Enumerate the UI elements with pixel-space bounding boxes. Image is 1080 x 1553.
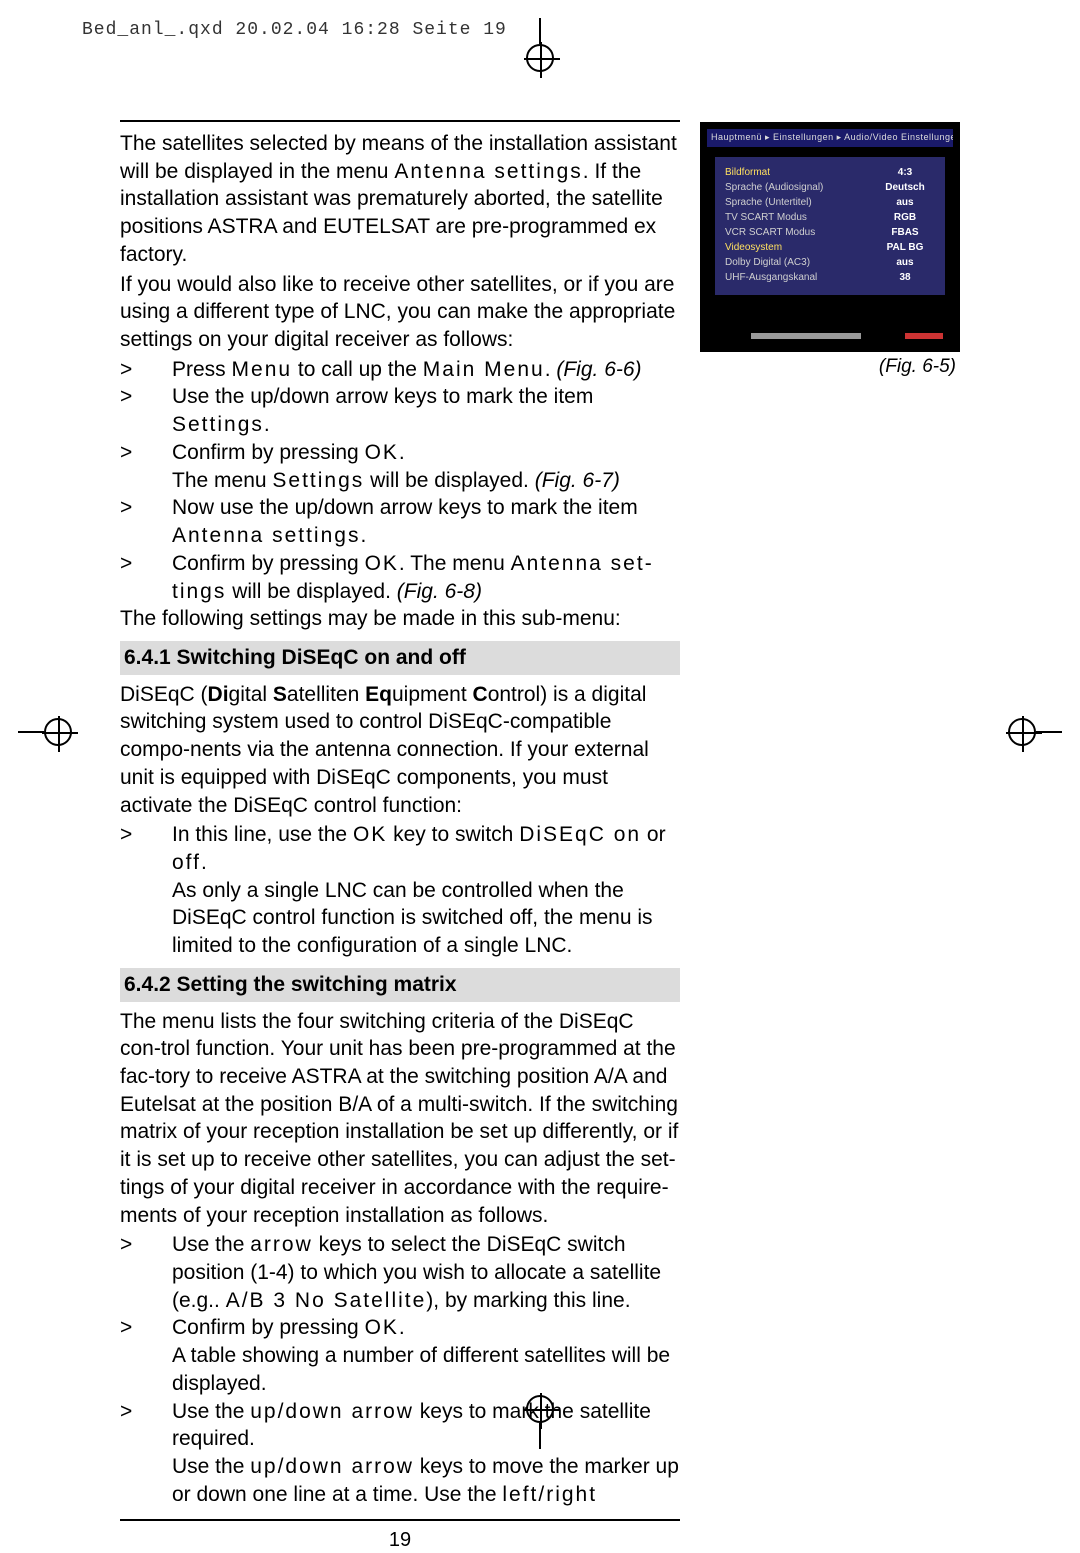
cropmark-left-icon xyxy=(18,718,78,746)
main-text-column: The satellites selected by means of the … xyxy=(120,120,680,1553)
list-item: > Now use the up/down arrow keys to mark… xyxy=(120,494,680,549)
osd-screenshot: Hauptmenü ▸ Einstellungen ▸ Audio/Video … xyxy=(700,122,960,352)
intro-paragraph-1: The satellites selected by means of the … xyxy=(120,130,680,269)
paragraph-6-4-1: DiSEqC (Digital Satelliten Equipment Con… xyxy=(120,681,680,820)
rule-top xyxy=(120,120,680,122)
osd-row: TV SCART ModusRGB xyxy=(725,210,935,225)
heading-6-4-1: 6.4.1 Switching DiSEqC on and off xyxy=(120,641,680,675)
list-item: > Confirm by pressing OK. The menu Anten… xyxy=(120,550,680,605)
figure-caption: (Fig. 6-5) xyxy=(700,356,960,378)
osd-row: Bildformat4:3 xyxy=(725,165,935,180)
intro-paragraph-2: If you would also like to receive other … xyxy=(120,271,680,354)
osd-row: Sprache (Audiosignal)Deutsch xyxy=(725,180,935,195)
osd-row: VideosystemPAL BG xyxy=(725,240,935,255)
list-item: > Press Menu to call up the Main Menu. (… xyxy=(120,356,680,384)
print-header: Bed_anl_.qxd 20.02.04 16:28 Seite 19 xyxy=(82,20,507,40)
step-list: > Press Menu to call up the Main Menu. (… xyxy=(120,356,680,605)
list-item: > Confirm by pressing OK.A table showing… xyxy=(120,1314,680,1397)
list-item: > Use the up/down arrow keys to mark the… xyxy=(120,383,680,438)
osd-row: VCR SCART ModusFBAS xyxy=(725,225,935,240)
osd-row: Dolby Digital (AC3)aus xyxy=(725,255,935,270)
list-item: > In this line, use the OK key to switch… xyxy=(120,821,680,876)
figure-6-5: Hauptmenü ▸ Einstellungen ▸ Audio/Video … xyxy=(700,122,960,378)
osd-titlebar: Hauptmenü ▸ Einstellungen ▸ Audio/Video … xyxy=(707,129,953,147)
paragraph-6-4-2: The menu lists the four switching criter… xyxy=(120,1008,680,1230)
osd-footer xyxy=(711,331,949,341)
cropmark-top-icon xyxy=(526,18,554,78)
list-6-4-1: > In this line, use the OK key to switch… xyxy=(120,821,680,960)
cropmark-right-icon xyxy=(1002,718,1062,746)
osd-panel: Bildformat4:3 Sprache (Audiosignal)Deuts… xyxy=(715,157,945,295)
osd-row: Sprache (Untertitel)aus xyxy=(725,195,935,210)
list-item: > Confirm by pressing OK.The menu Settin… xyxy=(120,439,680,494)
list-item: > Use the up/down arrow keys to mark the… xyxy=(120,1398,680,1509)
page-number: 19 xyxy=(120,1527,680,1553)
rule-bottom xyxy=(120,1519,680,1521)
list-item: > Use the arrow keys to select the DiSEq… xyxy=(120,1231,680,1314)
list-item: As only a single LNC can be controlled w… xyxy=(120,877,680,960)
heading-6-4-2: 6.4.2 Setting the switching matrix xyxy=(120,968,680,1002)
osd-row: UHF-Ausgangskanal38 xyxy=(725,270,935,285)
outro-1: The following settings may be made in th… xyxy=(120,605,680,633)
